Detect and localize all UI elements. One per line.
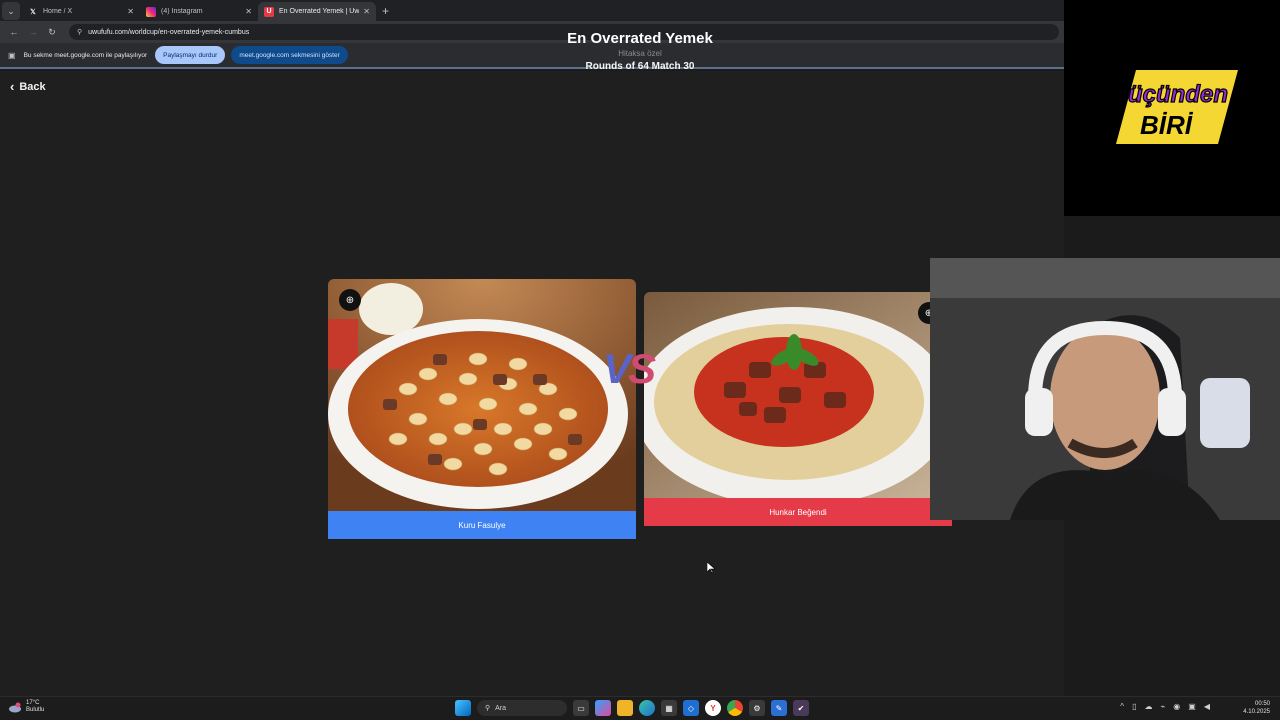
clock-time: 00:50	[1254, 701, 1270, 707]
tab-instagram[interactable]: (4) Instagram ✕	[140, 2, 258, 21]
store-icon[interactable]: ▦	[661, 700, 677, 716]
weather-widget[interactable]: 17°C Bulutlu	[8, 700, 44, 714]
x-logo-icon: 𝕏	[30, 8, 36, 16]
photos-icon[interactable]: ✎	[771, 700, 787, 716]
logo-line-1: üçünden	[1128, 81, 1228, 108]
hunkar-begendi-image[interactable]: ⊕	[644, 292, 952, 498]
mouse-cursor-icon	[707, 562, 715, 574]
close-icon[interactable]: ✕	[363, 7, 370, 16]
copilot-icon[interactable]	[595, 700, 611, 716]
battery-icon[interactable]: ▯	[1132, 702, 1136, 711]
windows-start-icon[interactable]	[455, 700, 471, 716]
streamer-video	[930, 258, 1280, 520]
system-tray: ^ ▯ ☁ ⌁ ◉ ▣ ◀	[1112, 702, 1210, 711]
zoom-in-icon[interactable]: ⊕	[339, 289, 361, 311]
edge-icon[interactable]	[639, 700, 655, 716]
back-label: Back	[19, 80, 46, 93]
tab-label: En Overrated Yemek | UwU...	[279, 8, 360, 15]
back-button[interactable]: ‹ Back	[10, 79, 46, 94]
clock-date: 4.10.2025	[1243, 709, 1270, 715]
task-view-icon[interactable]: ▭	[573, 700, 589, 716]
uwufufu-icon: U	[264, 6, 274, 17]
microphone-icon[interactable]: ◉	[1173, 702, 1180, 711]
vs-v: V	[603, 345, 631, 392]
food-image	[328, 279, 636, 511]
windows-taskbar: 17°C Bulutlu ⚲ Ara ▭ ▦ ◇ Y ⚙ ✎ ✔ ^ ▯ ☁ ⌁…	[0, 696, 1280, 720]
taskbar-apps: ⚲ Ara ▭ ▦ ◇ Y ⚙ ✎ ✔	[455, 700, 815, 716]
browser-tab-strip: ⌄ 𝕏 Home / X ✕ (4) Instagram ✕ U En Over…	[0, 0, 1064, 21]
vscode-icon[interactable]: ◇	[683, 700, 699, 716]
versus-label: VS	[603, 345, 656, 393]
volume-icon[interactable]: ◀	[1204, 702, 1210, 711]
food-image	[644, 292, 952, 498]
tab-uwufufu[interactable]: U En Overrated Yemek | UwU... ✕	[258, 2, 376, 21]
right-choice-card[interactable]: ⊕ Hunkar Beğendi	[644, 292, 952, 526]
left-choice-label[interactable]: Kuru Fasulye	[328, 511, 636, 539]
kuru-fasulye-image[interactable]: ⊕	[328, 279, 636, 511]
chevron-up-icon[interactable]: ^	[1120, 702, 1124, 711]
webcam-overlay	[930, 258, 1280, 520]
file-explorer-icon[interactable]	[617, 700, 633, 716]
vs-s: S	[628, 345, 656, 392]
active-app-icon[interactable]: ✔	[793, 700, 809, 716]
usb-icon[interactable]: ⌁	[1160, 702, 1165, 711]
tab-label: (4) Instagram	[161, 8, 203, 15]
search-label: Ara	[495, 704, 507, 712]
close-icon[interactable]: ✕	[127, 7, 134, 16]
taskbar-search[interactable]: ⚲ Ara	[477, 700, 567, 716]
chrome-icon[interactable]	[727, 700, 743, 716]
close-icon[interactable]: ✕	[245, 7, 252, 16]
search-icon: ⚲	[485, 705, 491, 712]
cloud-icon	[9, 702, 21, 713]
weather-desc: Bulutlu	[26, 707, 45, 713]
chevron-left-icon: ‹	[10, 79, 15, 94]
instagram-icon	[146, 6, 156, 17]
new-tab-button[interactable]: +	[382, 4, 389, 18]
tab-home-x[interactable]: 𝕏 Home / X ✕	[22, 2, 140, 21]
tab-label: Home / X	[43, 8, 73, 15]
taskbar-clock[interactable]: 00:50 4.10.2025	[1243, 700, 1270, 716]
stream-logo: üçünden BİRİ	[1116, 70, 1238, 144]
settings-icon[interactable]: ⚙	[749, 700, 765, 716]
cloud-sync-icon[interactable]: ☁	[1144, 702, 1152, 711]
tab-search-button[interactable]: ⌄	[2, 2, 20, 20]
right-choice-label[interactable]: Hunkar Beğendi	[644, 498, 952, 526]
yandex-icon[interactable]: Y	[705, 700, 721, 716]
weather-temp: 17°C	[26, 700, 40, 706]
network-icon[interactable]: ▣	[1188, 702, 1196, 711]
logo-line-2: BİRİ	[1140, 110, 1194, 140]
left-choice-card[interactable]: ⊕ Kuru Fasulye	[328, 279, 636, 539]
